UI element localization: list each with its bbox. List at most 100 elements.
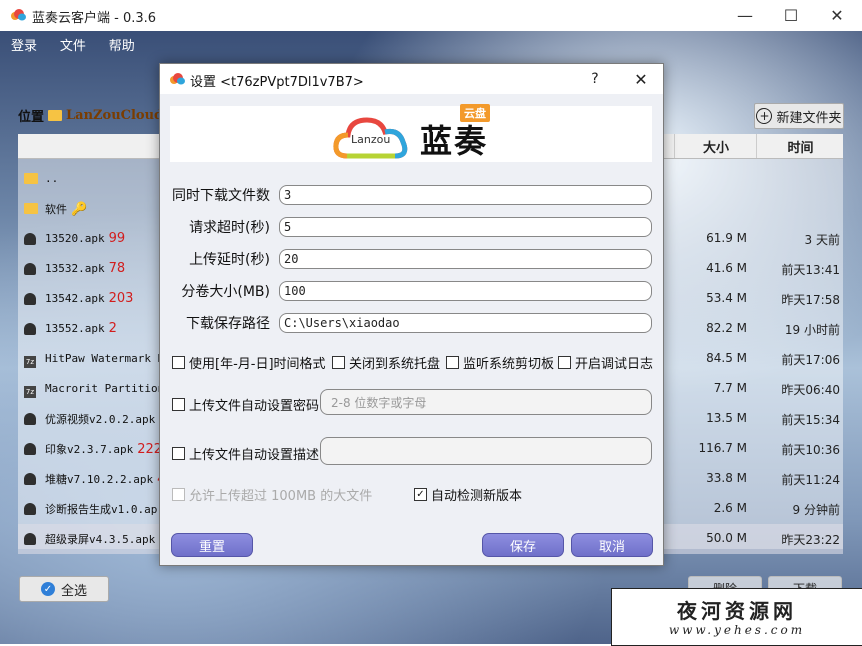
concurrent-downloads-label: 同时下载文件数 (172, 188, 270, 204)
zip-icon: 7z (24, 356, 36, 368)
concurrent-downloads-field[interactable]: 3 (279, 185, 652, 205)
auto-update-checkbox[interactable]: ✓ 自动检测新版本 (414, 485, 522, 504)
password-field[interactable]: 2-8 位数字或字母 (320, 389, 652, 415)
file-time: 昨天23:22 (781, 533, 840, 547)
file-name: 13542.apk (45, 292, 105, 305)
help-button[interactable]: ? (580, 64, 610, 94)
select-all-button[interactable]: ✓ 全选 (19, 576, 109, 602)
maximize-button[interactable]: ☐ (768, 0, 814, 31)
upload-delay-field[interactable]: 20 (279, 249, 652, 269)
menu-bar: 登录 文件 帮助 (0, 35, 143, 55)
close-to-tray-label: 关闭到系统托盘 (349, 357, 441, 372)
logo-banner: Lanzou 蓝奏 云盘 (170, 104, 652, 162)
file-name-cell: 13542.apk 203 (45, 291, 133, 306)
file-name-cell: 超级录屏v4.3.5.apk (45, 531, 159, 547)
file-size: 61.9 M (706, 231, 747, 245)
checkbox-box (172, 488, 185, 501)
select-all-label: 全选 (60, 583, 87, 599)
auto-password-label: 上传文件自动设置密码 (189, 399, 320, 414)
file-size: 7.7 M (713, 381, 747, 395)
volume-size-field[interactable]: 100 (279, 281, 652, 301)
date-format-checkbox[interactable]: 使用[年-月-日]时间格式 (172, 353, 326, 372)
upload-delay-label: 上传延时(秒) (189, 252, 270, 268)
new-folder-button[interactable]: + 新建文件夹 (754, 103, 844, 129)
date-format-label: 使用[年-月-日]时间格式 (189, 357, 326, 372)
plus-circle-icon: + (756, 108, 773, 124)
volume-size-label: 分卷大小(MB) (181, 284, 270, 300)
auto-password-checkbox[interactable]: 上传文件自动设置密码 (172, 395, 319, 414)
save-button[interactable]: 保存 (482, 533, 564, 557)
dialog-title: 设置 <t76zPVpt7Dl1v7B7> (190, 75, 364, 90)
file-time: 前天11:24 (781, 473, 840, 487)
file-name: .. (45, 172, 59, 185)
watermark-url: www.yehes.com (668, 623, 806, 637)
file-size: 116.7 M (698, 441, 747, 455)
file-name: 软件 (45, 203, 67, 216)
debug-log-checkbox[interactable]: 开启调试日志 (558, 353, 653, 372)
clipboard-label: 监听系统剪切板 (463, 357, 555, 372)
cancel-button[interactable]: 取消 (571, 533, 653, 557)
android-icon (24, 323, 38, 335)
file-time: 3 天前 (804, 233, 840, 247)
file-name-cell: 软件 🔑 (45, 201, 87, 217)
checkbox-box[interactable] (446, 356, 459, 369)
minimize-button[interactable]: — (722, 0, 768, 31)
file-size: 41.6 M (706, 261, 747, 275)
file-name-cell: 优源视频v2.0.2.apk (45, 411, 159, 427)
close-button[interactable]: ✕ (814, 0, 860, 31)
description-field[interactable] (320, 437, 652, 465)
file-time: 前天10:36 (781, 443, 840, 457)
close-to-tray-checkbox[interactable]: 关闭到系统托盘 (332, 353, 440, 372)
checkbox-box[interactable] (558, 356, 571, 369)
request-timeout-field[interactable]: 5 (279, 217, 652, 237)
file-name-cell: 13520.apk 99 (45, 231, 125, 246)
file-name-cell: 诊断报告生成v1.0.ap (45, 501, 161, 517)
request-timeout-label: 请求超时(秒) (189, 220, 270, 236)
allow-large-file-label: 允许上传超过 100MB 的大文件 (189, 489, 373, 504)
file-size: 13.5 M (706, 411, 747, 425)
menu-help[interactable]: 帮助 (109, 35, 135, 54)
logo-badge: 云盘 (460, 104, 490, 122)
file-name: 超级录屏v4.3.5.apk (45, 533, 156, 546)
file-time: 前天17:06 (781, 353, 840, 367)
checkbox-box[interactable]: ✓ (414, 488, 427, 501)
menu-login[interactable]: 登录 (11, 35, 37, 54)
file-name-cell: 堆糖v7.10.2.2.apk4 (45, 471, 165, 487)
checkbox-box[interactable] (332, 356, 345, 369)
lanzou-logo-icon (11, 9, 26, 21)
android-icon (24, 473, 38, 485)
lanzou-logo-icon (170, 73, 185, 85)
reset-button[interactable]: 重置 (171, 533, 253, 557)
save-path-field[interactable]: C:\Users\xiaodao (279, 313, 652, 333)
file-name-cell: 13532.apk 78 (45, 261, 125, 276)
zip-icon: 7z (24, 386, 36, 398)
file-name: 优源视频v2.0.2.apk (45, 413, 156, 426)
menu-file[interactable]: 文件 (60, 35, 86, 54)
clipboard-checkbox[interactable]: 监听系统剪切板 (446, 353, 554, 372)
column-size[interactable]: 大小 (674, 134, 757, 158)
folder-icon (24, 173, 38, 185)
location-path[interactable]: LanZouCloud (66, 108, 163, 123)
column-time[interactable]: 时间 (756, 134, 844, 158)
checkbox-box[interactable] (172, 447, 185, 460)
file-size: 33.8 M (706, 471, 747, 485)
android-icon (24, 263, 38, 275)
checkbox-box[interactable] (172, 398, 185, 411)
auto-description-checkbox[interactable]: 上传文件自动设置描述 (172, 444, 319, 463)
file-name-cell: HitPaw Watermark Re (45, 351, 175, 366)
watermark: 夜河资源网 www.yehes.com (611, 588, 862, 646)
file-name-cell: Macrorit Partition (45, 381, 168, 396)
file-note: 78 (108, 261, 126, 276)
auto-update-label: 自动检测新版本 (431, 489, 523, 504)
check-circle-icon: ✓ (40, 582, 55, 596)
file-time: 昨天17:58 (781, 293, 840, 307)
dialog-close-button[interactable]: ✕ (623, 64, 659, 94)
file-time: 前天15:34 (781, 413, 840, 427)
allow-large-file-checkbox: 允许上传超过 100MB 的大文件 (172, 485, 372, 504)
checkbox-box[interactable] (172, 356, 185, 369)
file-size: 84.5 M (706, 351, 747, 365)
file-name: 13552.apk (45, 322, 105, 335)
folder-icon (48, 109, 63, 121)
file-name: HitPaw Watermark Re (45, 352, 171, 365)
dialog-titlebar: 设置 <t76zPVpt7Dl1v7B7> ? ✕ (160, 64, 663, 94)
